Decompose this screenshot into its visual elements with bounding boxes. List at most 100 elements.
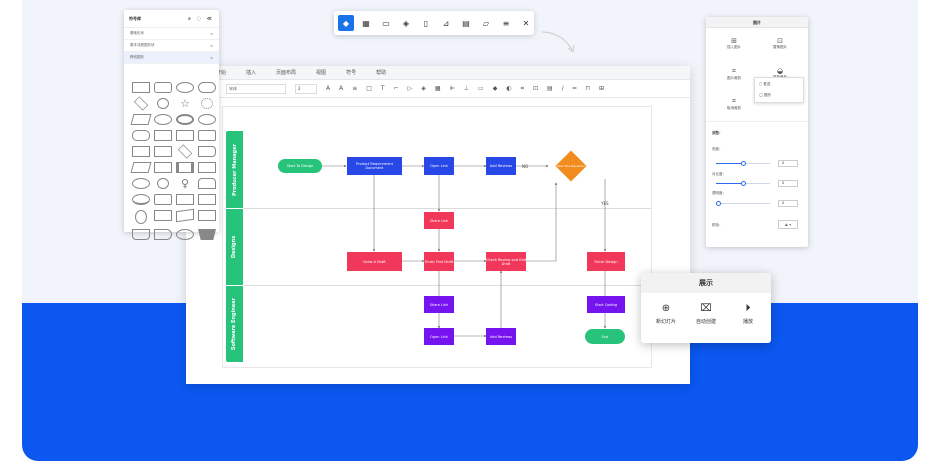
insert-image-button[interactable]: ⊞ 插入图片 (714, 37, 754, 50)
play-button[interactable]: ⏵ 播放 (728, 303, 768, 325)
callout-shape[interactable] (198, 130, 216, 141)
gear-shape[interactable] (201, 98, 213, 109)
library-basic-flowchart[interactable]: 基本流程图形状 × (124, 40, 219, 52)
circle-shape[interactable] (157, 98, 169, 109)
person-shape[interactable]: ♀ (176, 178, 194, 189)
parallelogram-shape[interactable] (130, 114, 152, 125)
rectangle-shape-4[interactable] (198, 162, 216, 173)
node-check-review[interactable]: Check Review and Edit Draft (486, 252, 526, 271)
terminator-shape[interactable] (132, 194, 150, 205)
grid-icon[interactable]: ▦ (435, 85, 441, 92)
font-family-select[interactable]: 宋体 (226, 83, 286, 94)
menu-symbol[interactable]: 符号 (346, 69, 356, 76)
rectangle-icon[interactable]: □ (366, 85, 372, 92)
tab-shape[interactable] (198, 178, 216, 189)
list-icon[interactable]: ≡ (498, 15, 514, 31)
connector-icon[interactable]: ⌐ (394, 85, 399, 92)
layers-icon[interactable]: ◈ (421, 85, 426, 92)
pen-icon[interactable]: ∕ (562, 85, 564, 92)
menu-insert[interactable]: 插入 (246, 69, 256, 76)
image-icon[interactable]: ▭ (478, 85, 484, 92)
lock-icon[interactable]: ⊓ (585, 85, 590, 92)
expand-icon[interactable]: ✕ (518, 15, 534, 31)
text-icon[interactable]: T (381, 85, 385, 92)
delay-shape[interactable] (198, 146, 216, 157)
node-finish-design[interactable]: Finish Design (587, 252, 625, 271)
predefined-process-shape[interactable] (176, 162, 194, 173)
ellipse-shape-3[interactable] (198, 114, 216, 125)
transparency-slider[interactable] (716, 201, 770, 206)
decision-shape[interactable] (177, 144, 193, 159)
crop-icon[interactable]: ⌗ (521, 85, 524, 93)
font-shrink-icon[interactable]: A (339, 85, 343, 92)
card-shape[interactable] (154, 194, 172, 205)
node-add-reviews-2[interactable]: Add Reviews (486, 328, 516, 345)
rectangle-shape-6[interactable] (198, 194, 216, 205)
crop-option-circle[interactable]: ◯ 圆形 (759, 93, 771, 98)
zoom-icon[interactable]: ⊡ (533, 85, 538, 92)
node-share-link-2[interactable]: Share Link (424, 296, 454, 313)
align-icon[interactable]: ≡ (352, 85, 357, 92)
note-icon[interactable]: ▱ (478, 15, 494, 31)
rectangle-shape[interactable] (132, 82, 150, 93)
line-color-icon[interactable]: ◐ (506, 85, 511, 92)
menu-page-layout[interactable]: 页面布局 (276, 69, 296, 76)
line-style-icon[interactable]: ═ (573, 85, 577, 92)
cylinder-shape[interactable] (135, 210, 147, 224)
node-start-to-design[interactable]: Start To Design (278, 159, 322, 173)
table-icon[interactable]: ▤ (547, 85, 553, 92)
node-share-link[interactable]: Share Link (424, 212, 454, 229)
auto-create-button[interactable]: ⌧ 自动创建 (686, 303, 726, 325)
node-draw-draft[interactable]: Draw A Draft (347, 252, 402, 271)
cancel-crop-button[interactable]: ⌗ 取消裁剪 (714, 97, 754, 111)
node-end[interactable]: End (585, 329, 625, 344)
grid-icon[interactable]: ▦ (358, 15, 374, 31)
library-basic-shapes[interactable]: 基础形状 × (124, 28, 219, 40)
color-picker-icon[interactable]: ⛰ ▾ (778, 220, 798, 229)
manual-input-shape[interactable] (176, 208, 194, 223)
new-slide-button[interactable]: ⊕ 新幻灯片 (646, 303, 686, 325)
transparency-value[interactable]: 0 (778, 200, 798, 207)
diamond-shape[interactable] (133, 96, 149, 111)
group-icon[interactable]: ⊞ (599, 85, 604, 92)
layers-icon[interactable]: ◈ (398, 15, 414, 31)
table-icon[interactable]: ▤ (458, 15, 474, 31)
fill-icon[interactable]: ◆ (338, 15, 354, 31)
pill-shape[interactable] (198, 82, 216, 93)
brightness-value[interactable]: 0 (778, 160, 798, 167)
ellipse-shape-4[interactable] (176, 229, 194, 240)
trapezoid-shape[interactable] (198, 229, 216, 240)
data-shape[interactable] (130, 162, 152, 173)
font-grow-icon[interactable]: A (326, 85, 330, 92)
node-finish-first-draft[interactable]: Finish First Draft (424, 252, 454, 271)
cloud-shape[interactable] (132, 130, 150, 141)
d-shape[interactable] (154, 229, 172, 240)
process-shape-2[interactable] (154, 162, 172, 173)
contrast-slider[interactable] (716, 181, 770, 186)
align-bottom-icon[interactable]: ⊥ (464, 85, 469, 92)
chart-icon[interactable]: ⊿ (438, 15, 454, 31)
rounded-rect-shape[interactable] (154, 82, 172, 93)
replace-image-button[interactable]: ⊡ 替换图片 (760, 37, 800, 50)
node-open-link-2[interactable]: Open Link (424, 328, 454, 345)
document-shape[interactable] (176, 130, 194, 141)
ellipse-shape[interactable] (176, 82, 194, 93)
brightness-slider[interactable] (716, 161, 770, 166)
node-add-reviews[interactable]: Add Reviews (486, 157, 516, 175)
crop-image-button[interactable]: ⌗ 图片裁剪 (714, 67, 754, 81)
node-start-coding[interactable]: Start Coding (587, 296, 625, 313)
circle-shape-2[interactable] (157, 178, 169, 189)
node-product-requirement[interactable]: Product Requirement Document (347, 157, 402, 175)
font-size-select[interactable]: 2 (295, 83, 317, 94)
panel-actions[interactable]: ⌕ ◌ ≪ (188, 16, 214, 22)
rectangle-shape-3[interactable] (154, 146, 172, 157)
crop-option-rect[interactable]: ▢ 框选 (759, 82, 770, 87)
contrast-value[interactable]: 0 (778, 180, 798, 187)
wave-shape[interactable] (132, 229, 150, 240)
donut-shape[interactable] (176, 114, 194, 125)
rectangle-shape-5[interactable] (176, 194, 194, 205)
menu-view[interactable]: 视图 (316, 69, 326, 76)
align-left-icon[interactable]: ⊫ (450, 85, 455, 92)
pointer-icon[interactable]: ▷ (408, 85, 413, 92)
node-open-link[interactable]: Open Link (424, 157, 454, 175)
